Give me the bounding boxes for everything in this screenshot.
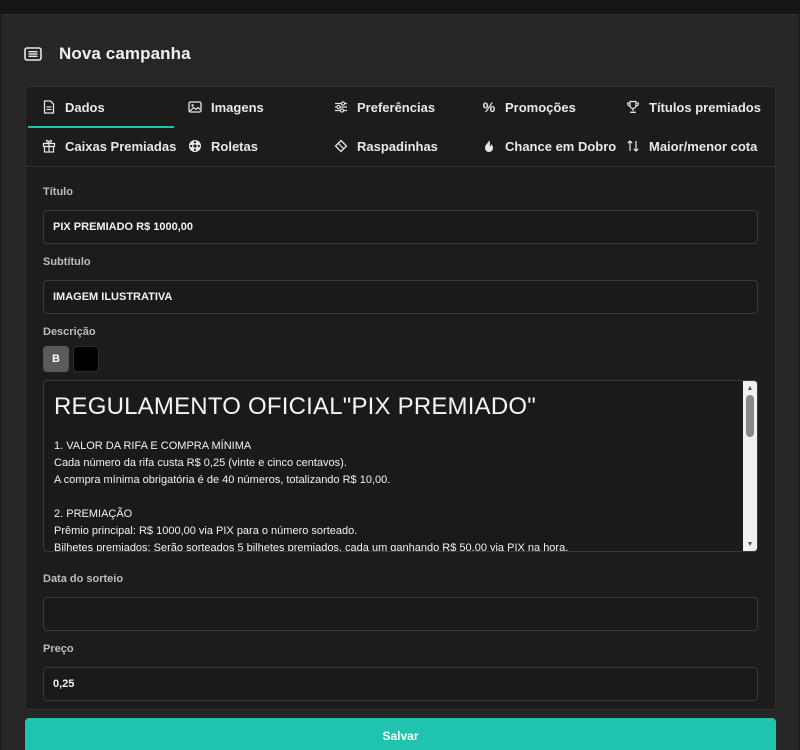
editor-line: Bilhetes premiados: Serão sorteados 5 bi…	[54, 542, 569, 552]
fire-icon	[482, 139, 496, 153]
document-icon	[42, 100, 56, 114]
editor-line: Cada número da rifa custa R$ 0,25 (vinte…	[54, 457, 347, 469]
campaign-form-card: Dados Imagens Preferências % Promoções T…	[25, 86, 776, 710]
preco-value: 0,25	[53, 678, 75, 690]
sliders-icon	[334, 100, 348, 114]
description-editor[interactable]: REGULAMENTO OFICIAL"PIX PREMIADO" 1. VAL…	[43, 380, 758, 552]
data-sorteio-label: Data do sorteio	[43, 573, 124, 585]
bold-button[interactable]: B	[43, 346, 69, 372]
gift-icon	[42, 139, 56, 153]
image-icon	[188, 100, 202, 114]
editor-content: REGULAMENTO OFICIAL"PIX PREMIADO" 1. VAL…	[54, 389, 734, 552]
titulo-input[interactable]: PIX PREMIADO R$ 1000,00	[43, 210, 758, 244]
sort-arrows-icon	[626, 139, 640, 153]
editor-blank-line	[54, 489, 734, 506]
tab-preferencias[interactable]: Preferências	[334, 88, 435, 126]
tab-raspadinhas[interactable]: Raspadinhas	[334, 127, 438, 165]
top-bar	[0, 0, 800, 14]
save-button[interactable]: Salvar	[25, 718, 776, 750]
titulo-label: Título	[43, 186, 73, 198]
data-sorteio-input[interactable]	[43, 597, 758, 631]
tab-dados[interactable]: Dados	[28, 88, 174, 128]
page-header: Nova campanha	[24, 42, 191, 66]
subtitulo-value: IMAGEM ILUSTRATIVA	[53, 291, 173, 303]
titulo-value: PIX PREMIADO R$ 1000,00	[53, 221, 194, 233]
editor-scrollbar[interactable]: ▲ ▼	[743, 381, 757, 551]
scroll-thumb[interactable]	[746, 395, 754, 437]
editor-line: A compra mínima obrigatória é de 40 núme…	[54, 474, 391, 486]
eraser-icon	[334, 139, 348, 153]
list-icon	[24, 47, 42, 61]
editor-line: 1. VALOR DA RIFA E COMPRA MÍNIMA	[54, 440, 252, 452]
editor-line: 2. PREMIAÇÃO	[54, 508, 133, 520]
editor-line: Prêmio principal: R$ 1000,00 via PIX par…	[54, 525, 358, 537]
text-color-button[interactable]	[73, 346, 99, 372]
editor-heading: REGULAMENTO OFICIAL"PIX PREMIADO"	[54, 393, 536, 420]
subtitulo-label: Subtítulo	[43, 256, 91, 268]
tab-chance-em-dobro[interactable]: Chance em Dobro	[482, 127, 616, 165]
wheel-icon	[188, 139, 202, 153]
scroll-down-icon[interactable]: ▼	[743, 537, 757, 551]
page-title: Nova campanha	[59, 44, 191, 63]
descricao-label: Descrição	[43, 326, 96, 338]
trophy-icon	[626, 100, 640, 114]
tab-titulos-premiados[interactable]: Títulos premiados	[626, 88, 761, 126]
subtitulo-input[interactable]: IMAGEM ILUSTRATIVA	[43, 280, 758, 314]
tab-caixas-premiadas[interactable]: Caixas Premiadas	[42, 127, 176, 165]
tab-bar: Dados Imagens Preferências % Promoções T…	[26, 87, 775, 167]
tab-maior-menor-cota[interactable]: Maior/menor cota	[626, 127, 757, 165]
tab-promocoes[interactable]: % Promoções	[482, 88, 576, 126]
scroll-up-icon[interactable]: ▲	[743, 381, 757, 395]
percent-icon: %	[482, 99, 496, 115]
tab-roletas[interactable]: Roletas	[188, 127, 258, 165]
preco-input[interactable]: 0,25	[43, 667, 758, 701]
tab-imagens[interactable]: Imagens	[188, 88, 264, 126]
preco-label: Preço	[43, 643, 74, 655]
